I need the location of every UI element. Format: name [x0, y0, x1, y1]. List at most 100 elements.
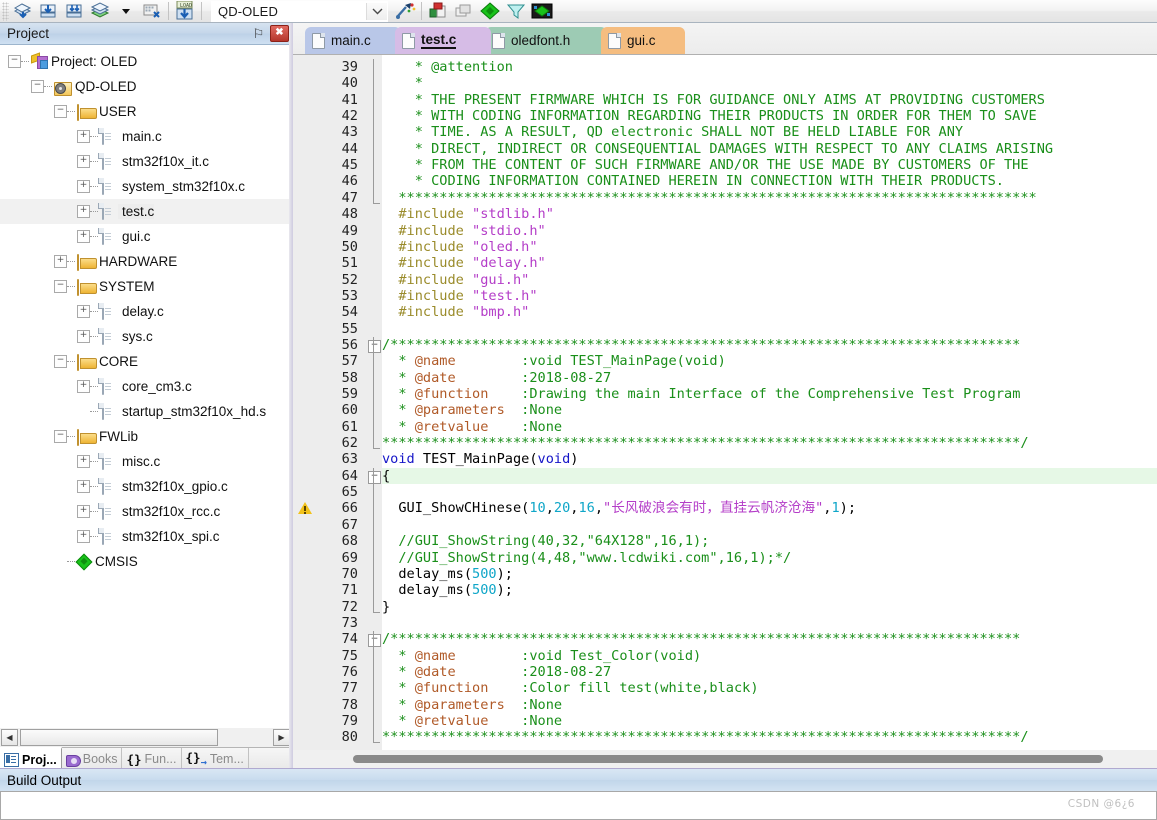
- code-line[interactable]: * @attention: [382, 59, 1157, 75]
- hscroll-thumb[interactable]: [20, 729, 218, 746]
- tree-item[interactable]: + system_stm32f10x.c: [0, 174, 291, 199]
- code-line[interactable]: * @retvalue :None: [382, 419, 1157, 435]
- expand-toggle-icon[interactable]: +: [77, 380, 90, 393]
- code-line[interactable]: * @date :2018-08-27: [382, 664, 1157, 680]
- manage-multi-project-icon[interactable]: [451, 1, 477, 22]
- tree-item[interactable]: − Project: OLED: [0, 49, 291, 74]
- editor-code[interactable]: * @attention * * THE PRESENT FIRMWARE WH…: [382, 55, 1157, 750]
- collapse-toggle-icon[interactable]: −: [54, 280, 67, 293]
- pack-installer-icon[interactable]: [425, 1, 451, 22]
- collapse-toggle-icon[interactable]: −: [31, 80, 44, 93]
- document-tab-main-c[interactable]: main.c: [305, 27, 401, 54]
- tree-item[interactable]: + delay.c: [0, 299, 291, 324]
- code-line[interactable]: }: [382, 599, 1157, 615]
- fold-collapse-icon[interactable]: −: [368, 470, 381, 484]
- document-tab-test-c[interactable]: test.c: [395, 27, 491, 54]
- editor-marker-gutter[interactable]: [293, 55, 318, 750]
- code-line[interactable]: /***************************************…: [382, 337, 1157, 353]
- code-line[interactable]: * @name :void Test_Color(void): [382, 648, 1157, 664]
- expand-toggle-icon[interactable]: +: [54, 255, 67, 268]
- collapse-toggle-icon[interactable]: −: [8, 55, 21, 68]
- expand-toggle-icon[interactable]: +: [77, 180, 90, 193]
- tree-item[interactable]: + main.c: [0, 124, 291, 149]
- cmsis-pack-icon[interactable]: [477, 1, 503, 22]
- tree-item[interactable]: + misc.c: [0, 449, 291, 474]
- collapse-toggle-icon[interactable]: −: [54, 430, 67, 443]
- expand-toggle-icon[interactable]: +: [77, 130, 90, 143]
- code-line[interactable]: #include "stdlib.h": [382, 206, 1157, 222]
- expand-toggle-icon[interactable]: +: [77, 480, 90, 493]
- target-options-icon[interactable]: [139, 1, 165, 22]
- start-debug-icon[interactable]: LOAD: [172, 1, 198, 22]
- code-line[interactable]: * FROM THE CONTENT OF SUCH FIRMWARE AND/…: [382, 157, 1157, 173]
- expand-toggle-icon[interactable]: +: [77, 230, 90, 243]
- editor-hscrollbar[interactable]: [293, 750, 1157, 768]
- code-line[interactable]: * @parameters :None: [382, 697, 1157, 713]
- tree-item[interactable]: + HARDWARE: [0, 249, 291, 274]
- tree-item[interactable]: − SYSTEM: [0, 274, 291, 299]
- code-line[interactable]: [382, 517, 1157, 533]
- code-line[interactable]: {: [382, 467, 1157, 485]
- expand-toggle-icon[interactable]: +: [77, 455, 90, 468]
- editor-fold-margin[interactable]: − − −: [366, 55, 382, 750]
- event-viewer-icon[interactable]: [529, 1, 555, 22]
- code-line[interactable]: delay_ms(500);: [382, 582, 1157, 598]
- tree-item[interactable]: + sys.c: [0, 324, 291, 349]
- editor-hscroll-thumb[interactable]: [353, 755, 1103, 763]
- target-selector[interactable]: QD-OLED: [211, 0, 388, 22]
- project-tab-books[interactable]: Books: [62, 748, 123, 770]
- code-line[interactable]: #include "bmp.h": [382, 304, 1157, 320]
- tree-item[interactable]: + gui.c: [0, 224, 291, 249]
- toolbar-grip[interactable]: [2, 1, 9, 21]
- code-line[interactable]: #include "test.h": [382, 288, 1157, 304]
- code-line[interactable]: GUI_ShowCHinese(10,20,16,"长风破浪会有时，直挂云帆济沧…: [382, 500, 1157, 516]
- tree-item[interactable]: + test.c: [0, 199, 291, 224]
- expand-toggle-icon[interactable]: +: [77, 155, 90, 168]
- expand-toggle-icon[interactable]: +: [77, 530, 90, 543]
- tree-item[interactable]: + stm32f10x_spi.c: [0, 524, 291, 549]
- download-to-flash-icon[interactable]: [35, 1, 61, 22]
- scroll-left-button[interactable]: ◀: [1, 729, 18, 746]
- code-line[interactable]: * @name :void TEST_MainPage(void): [382, 353, 1157, 369]
- code-line[interactable]: [382, 615, 1157, 631]
- configuration-wizard-icon[interactable]: [392, 1, 418, 22]
- tree-item[interactable]: + stm32f10x_rcc.c: [0, 499, 291, 524]
- code-line[interactable]: * @parameters :None: [382, 402, 1157, 418]
- code-line[interactable]: * CODING INFORMATION CONTAINED HEREIN IN…: [382, 173, 1157, 189]
- collapse-toggle-icon[interactable]: −: [54, 355, 67, 368]
- code-line[interactable]: * @function :Drawing the main Interface …: [382, 386, 1157, 402]
- code-line[interactable]: void TEST_MainPage(void): [382, 451, 1157, 467]
- text-editor[interactable]: 39 40 41 42 43 44 45 46 47 48 49 50 51 52 53 54 55 56 57 58…: [293, 55, 1157, 750]
- expand-toggle-icon[interactable]: +: [77, 330, 90, 343]
- download-and-run-icon[interactable]: [61, 1, 87, 22]
- pin-icon[interactable]: ⚐: [250, 26, 267, 42]
- tree-item[interactable]: + core_cm3.c: [0, 374, 291, 399]
- expand-toggle-icon[interactable]: +: [77, 305, 90, 318]
- tree-item[interactable]: CMSIS: [0, 549, 291, 574]
- batch-build-icon[interactable]: [9, 1, 35, 22]
- tree-item[interactable]: − QD-OLED: [0, 74, 291, 99]
- code-line[interactable]: * @date :2018-08-27: [382, 370, 1157, 386]
- code-line[interactable]: /***************************************…: [382, 631, 1157, 647]
- project-tab-tem[interactable]: {}→ Tem...: [182, 748, 249, 770]
- code-line[interactable]: ****************************************…: [382, 435, 1157, 451]
- code-line[interactable]: ****************************************…: [382, 190, 1157, 206]
- code-line[interactable]: //GUI_ShowString(40,32,"64X128",16,1);: [382, 533, 1157, 549]
- code-line[interactable]: #include "oled.h": [382, 239, 1157, 255]
- code-line[interactable]: * @retvalue :None: [382, 713, 1157, 729]
- build-output-body[interactable]: [0, 791, 1157, 820]
- code-line[interactable]: [382, 484, 1157, 500]
- code-line[interactable]: #include "delay.h": [382, 255, 1157, 271]
- project-tree[interactable]: − Project: OLED − QD-OLED − USER + main.c + stm32…: [0, 45, 292, 728]
- code-line[interactable]: * TIME. AS A RESULT, QD electronic SHALL…: [382, 124, 1157, 140]
- fold-collapse-icon[interactable]: −: [368, 634, 381, 648]
- code-line[interactable]: [382, 321, 1157, 337]
- filter-icon[interactable]: [503, 1, 529, 22]
- tree-item[interactable]: − CORE: [0, 349, 291, 374]
- manage-components-icon[interactable]: [87, 1, 113, 22]
- tree-item[interactable]: + stm32f10x_gpio.c: [0, 474, 291, 499]
- close-icon[interactable]: ✖: [270, 25, 289, 42]
- code-line[interactable]: *: [382, 75, 1157, 91]
- code-line[interactable]: * THE PRESENT FIRMWARE WHICH IS FOR GUID…: [382, 92, 1157, 108]
- code-line[interactable]: #include "gui.h": [382, 272, 1157, 288]
